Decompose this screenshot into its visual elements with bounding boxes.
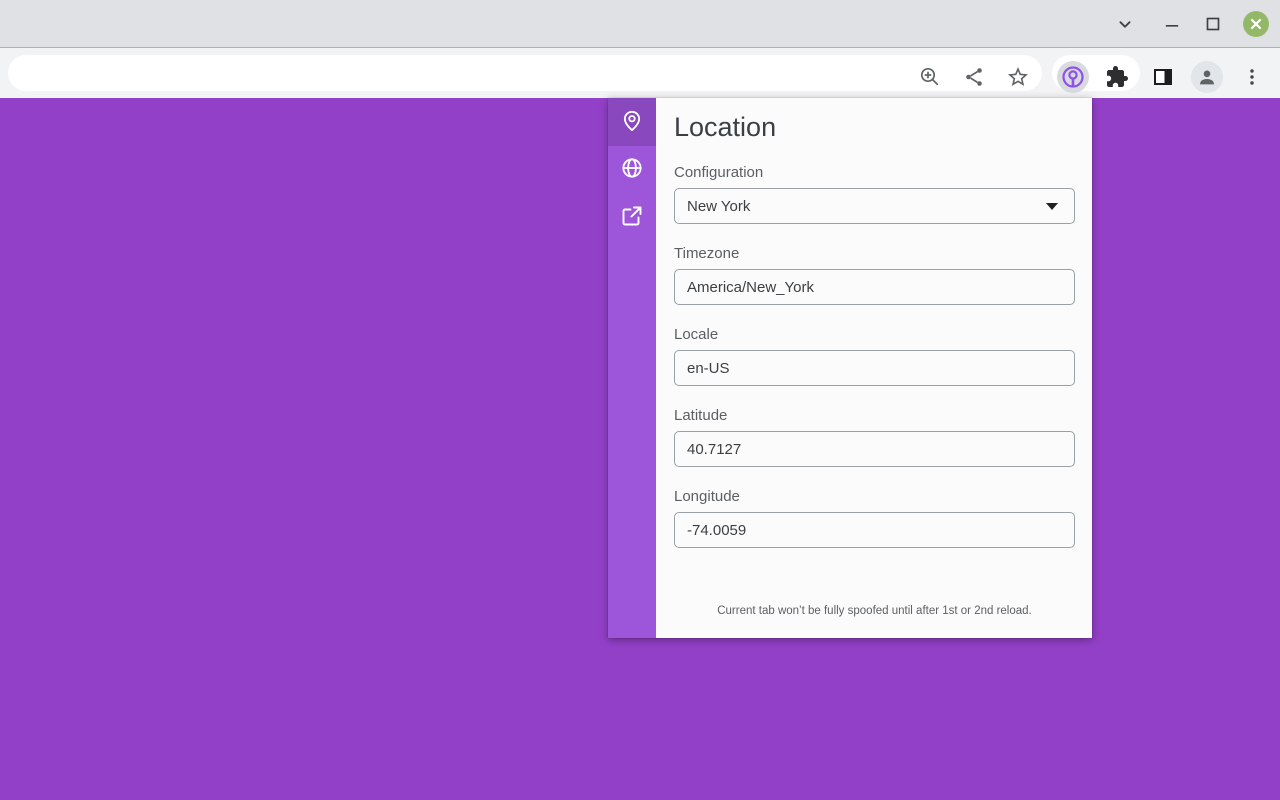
kebab-menu-icon[interactable] [1236,61,1268,93]
bookmark-star-icon[interactable] [1002,61,1034,93]
extension-popup: Location Configuration New York Timezone… [608,98,1092,638]
sidebar-item-globe[interactable] [608,146,656,194]
extensions-puzzle-icon[interactable] [1101,61,1133,93]
browser-toolbar [0,48,1280,98]
field-locale: Locale [674,325,1075,386]
sidebar-item-external-link[interactable] [608,194,656,242]
latitude-input[interactable] [674,431,1075,467]
popup-sidebar [608,98,656,638]
zoom-in-icon[interactable] [914,61,946,93]
share-icon[interactable] [958,61,990,93]
field-longitude: Longitude [674,487,1075,548]
window-titlebar [0,0,1280,48]
field-timezone: Timezone [674,244,1075,305]
popup-title: Location [674,108,1075,146]
side-panel-icon[interactable] [1147,61,1179,93]
maximize-button[interactable] [1199,10,1227,38]
vytal-extension-icon[interactable] [1057,61,1089,93]
location-pin-icon [619,107,645,138]
longitude-input[interactable] [674,512,1075,548]
close-button[interactable] [1243,11,1269,37]
configuration-value: New York [687,198,750,215]
field-label: Configuration [674,163,1075,182]
external-link-icon [620,204,644,233]
locale-input[interactable] [674,350,1075,386]
field-label: Longitude [674,487,1075,506]
timezone-input[interactable] [674,269,1075,305]
minimize-button[interactable] [1158,10,1186,38]
popup-note: Current tab won’t be fully spoofed until… [674,604,1075,624]
field-latitude: Latitude [674,406,1075,467]
chevron-down-icon [1046,203,1058,210]
configuration-select[interactable]: New York [674,188,1075,224]
popup-content: Location Configuration New York Timezone… [656,98,1092,638]
profile-avatar[interactable] [1191,61,1223,93]
field-label: Latitude [674,406,1075,425]
field-configuration: Configuration New York [674,163,1075,224]
page-background: Location Configuration New York Timezone… [0,98,1280,800]
globe-icon [619,155,645,186]
chevron-down-icon[interactable] [1111,10,1139,38]
address-bar[interactable] [8,55,1042,91]
field-label: Locale [674,325,1075,344]
field-label: Timezone [674,244,1075,263]
sidebar-item-location[interactable] [608,98,656,146]
